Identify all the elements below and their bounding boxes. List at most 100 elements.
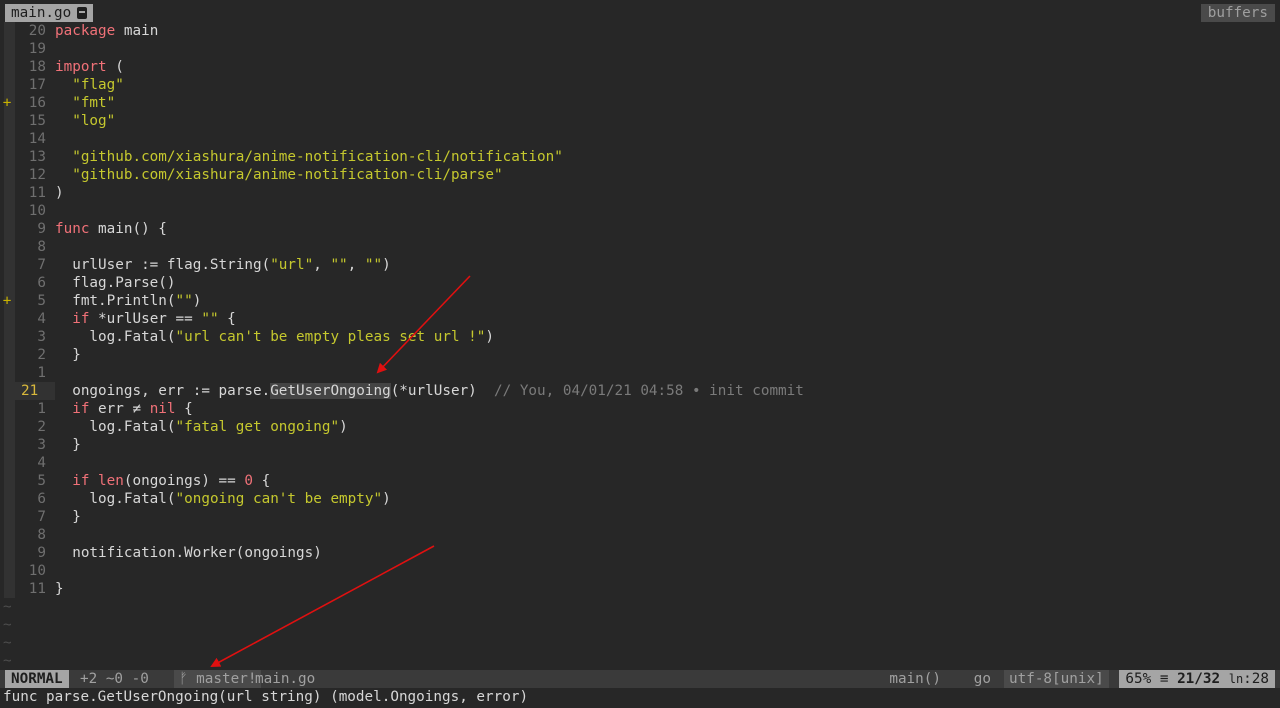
file-encoding: utf-8[unix] [1004,670,1109,688]
tilde-marker: ~ [3,653,12,669]
git-added-sign: + [2,95,12,111]
code-line[interactable]: 3 log.Fatal("url can't be empty pleas se… [0,328,1280,346]
code-token: func [55,221,90,237]
code-token: if [72,401,90,417]
code-token: urlUser := flag.String( [55,257,271,273]
code-token: , [347,257,365,273]
code-line[interactable]: 5 if len(ongoings) == 0 { [0,472,1280,490]
code-text: log.Fatal("fatal get ongoing") [55,418,348,436]
tab-main-go[interactable]: main.go [5,4,94,22]
code-token: "log" [72,113,116,129]
code-line[interactable]: 6 log.Fatal("ongoing can't be empty") [0,490,1280,508]
code-line[interactable]: 9 func main() { [0,220,1280,238]
line-number: 15 [28,113,46,129]
code-token: "flag" [72,77,124,93]
column-label: ln [1228,672,1244,686]
code-token: , [313,257,331,273]
command-line[interactable]: func parse.GetUserOngoing(url string) (m… [0,688,1280,708]
code-line[interactable]: 4 if *urlUser == "" { [0,310,1280,328]
code-line[interactable]: 11} [0,580,1280,598]
statusline-filename: main.go [255,671,316,687]
scroll-percent: 65% [1125,671,1152,687]
code-text: ) [55,184,64,202]
code-token: "" [175,293,193,309]
code-line[interactable]: 3 } [0,436,1280,454]
tabline: main.go buffers [0,0,1280,22]
code-line[interactable]: 13 "github.com/xiashura/anime-notificati… [0,148,1280,166]
code-text: "fmt" [55,94,115,112]
column-number: :28 [1243,671,1269,687]
statusline: NORMAL +2 ~0 -0 ᚠ master! main.go main()… [0,670,1280,688]
line-number: 7 [37,257,46,273]
code-line[interactable]: 14 [0,130,1280,148]
code-line-current[interactable]: 21 ongoings, err := parse.GetUserOngoing… [0,382,1280,400]
code-line[interactable]: 2 } [0,346,1280,364]
code-line[interactable]: 11) [0,184,1280,202]
code-line[interactable]: 18 import ( [0,58,1280,76]
git-branch: ᚠ master! [174,670,262,688]
code-token: // You, 04/01/21 04:58 • init commit [494,383,804,399]
code-token: import [55,59,107,75]
code-line[interactable]: 19 [0,40,1280,58]
code-line[interactable]: 4 [0,454,1280,472]
code-line[interactable]: 1 [0,364,1280,382]
code-line[interactable]: 8 [0,526,1280,544]
code-text: if len(ongoings) == 0 { [55,472,270,490]
line-number: 17 [28,77,46,93]
code-line[interactable]: 9 notification.Worker(ongoings) [0,544,1280,562]
code-line[interactable]: 7 } [0,508,1280,526]
code-token: ( [106,59,124,75]
line-number: 7 [37,509,46,525]
code-line[interactable]: 15 "log" [0,112,1280,130]
code-token: if [72,311,90,327]
line-number: 5 [37,293,46,309]
code-token: fmt.Println( [55,293,176,309]
editor-pane[interactable]: 20 package main 19 18 import (17 "flag" +16 "… [0,22,1280,670]
code-line[interactable]: 7 urlUser := flag.String("url", "", "") [0,256,1280,274]
git-added-sign: + [2,293,12,309]
line-number: 8 [37,239,46,255]
code-line[interactable]: 2 log.Fatal("fatal get ongoing") [0,418,1280,436]
line-number: 14 [28,131,46,147]
code-line[interactable]: 1 if err ≠ nil { [0,400,1280,418]
code-text: } [55,436,81,454]
code-token: main [115,23,159,39]
line-number: 12 [28,167,46,183]
line-number: 4 [37,455,46,471]
code-line[interactable]: 6 flag.Parse() [0,274,1280,292]
code-token: "url can't be empty pleas set url !" [175,329,486,345]
code-line[interactable]: +5 fmt.Println("") [0,292,1280,310]
code-token: nil [149,401,176,417]
line-number: 20 [28,23,46,39]
code-line[interactable]: 10 [0,562,1280,580]
code-text: import ( [55,58,124,76]
code-token: ) [192,293,202,309]
code-line[interactable]: 10 [0,202,1280,220]
code-line[interactable]: 12 "github.com/xiashura/anime-notificati… [0,166,1280,184]
code-line[interactable]: 8 [0,238,1280,256]
code-token: log.Fatal( [55,419,176,435]
code-token: ) [339,419,348,435]
code-text: "github.com/xiashura/anime-notification-… [55,148,563,166]
line-number: 10 [28,563,46,579]
code-text: } [55,508,81,526]
code-line[interactable]: 20 package main [0,22,1280,40]
line-number: 16 [28,95,46,111]
code-text: "flag" [55,76,124,94]
code-token: (ongoings) == [123,473,245,489]
code-line[interactable]: +16 "fmt" [0,94,1280,112]
code-token: } [55,581,64,597]
trash-icon[interactable] [77,7,88,19]
code-token: "github.com/xiashura/anime-notification-… [72,149,563,165]
code-text: package main [55,22,158,40]
code-token: "" [330,257,348,273]
code-token: notification.Worker(ongoings) [55,545,322,561]
vim-window: main.go buffers 20 package main 19 18 import… [0,0,1280,708]
code-line[interactable]: 17 "flag" [0,76,1280,94]
code-token: log.Fatal( [55,329,176,345]
